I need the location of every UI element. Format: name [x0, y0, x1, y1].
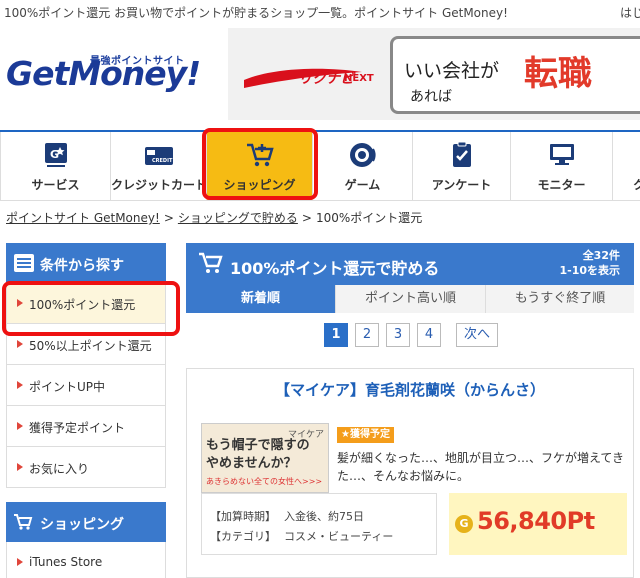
service-icon: G	[44, 143, 67, 167]
sidebar-item-label: 獲得予定ポイント	[29, 421, 126, 435]
nav-item-more[interactable]: ク	[612, 132, 640, 200]
sidebar-item-itunes[interactable]: iTunes Store	[6, 542, 166, 578]
tab-points-high[interactable]: ポイント高い順	[336, 285, 486, 313]
thumb-line-2: やめませんか？	[206, 456, 297, 471]
points-value: 56,840Pt	[477, 507, 595, 535]
offer-description: 髪が細くなった…、地肌が目立つ…、フケが増えてきた…、そんなお悩みに。	[337, 451, 625, 483]
highlight-box-shopping	[202, 128, 318, 200]
monitor-icon	[549, 144, 574, 165]
thumb-line-1: もう帽子で隠すの	[206, 438, 310, 453]
arrow-right-icon	[17, 558, 23, 566]
coin-icon: G	[455, 515, 473, 533]
sidebar-item-label: 50%以上ポイント還元	[29, 339, 152, 353]
nav-item-label: サービス	[31, 178, 80, 192]
expected-badge: ★獲得予定	[337, 427, 394, 443]
credit-card-icon: CREDIT	[144, 147, 173, 165]
sidebar-search-header: 条件から探す	[6, 243, 166, 283]
ad-banner[interactable]: リクナビ NEXT いい会社が あれば 転職	[228, 28, 640, 120]
result-count: 全32件 1-10を表示	[559, 248, 620, 278]
sort-tabs: 新着順 ポイント高い順 もうすぐ終了順	[186, 285, 634, 313]
sidebar-item-label: ポイントUP中	[29, 380, 106, 394]
breadcrumb-parent-link[interactable]: ショッピングで貯める	[178, 211, 298, 225]
sidebar-item-favorites[interactable]: お気に入り	[6, 447, 166, 488]
page-1-button[interactable]: 1	[324, 323, 348, 347]
nav-item-label: アンケート	[431, 178, 492, 192]
sidebar-item-label: iTunes Store	[29, 555, 103, 569]
breadcrumb-home-link[interactable]: ポイントサイト GetMoney!	[6, 211, 160, 225]
logo-text: GetMoney!	[6, 54, 201, 93]
site-logo[interactable]: 最強ポイントサイト GetMoney!	[6, 50, 201, 98]
nav-item-survey[interactable]: アンケート	[412, 132, 510, 200]
arrow-right-icon	[17, 463, 23, 471]
nav-item-monitor[interactable]: モニター	[510, 132, 612, 200]
top-right-link[interactable]: はじ	[620, 4, 640, 21]
tab-ending-soon[interactable]: もうすぐ終了順	[486, 285, 634, 313]
offer-card[interactable]: 【マイケア】育毛剤花蘭咲（からんさ） マイケア もう帽子で隠すの やめませんか？…	[186, 368, 634, 578]
meta-period-key: 【加算時期】	[210, 510, 276, 523]
top-strip: 100%ポイント還元 お買い物でポイントが貯まるショップ一覧。ポイントサイト G…	[0, 0, 640, 24]
nav-item-label: モニター	[537, 178, 586, 192]
sidebar-item-expected-points[interactable]: 獲得予定ポイント	[6, 406, 166, 447]
survey-icon	[452, 141, 471, 167]
offer-meta: 【加算時期】 入金後、約75日 【カテゴリ】 コスメ・ビューティー	[201, 493, 437, 555]
nav-divider	[0, 200, 640, 201]
highlight-box-100-percent	[2, 281, 180, 336]
nav-item-credit-card[interactable]: CREDIT クレジットカード	[110, 132, 208, 200]
breadcrumb-current: 100%ポイント還元	[315, 211, 423, 225]
sidebar-shopping-title: ショッピング	[40, 517, 124, 533]
site-tagline: 100%ポイント還元 お買い物でポイントが貯まるショップ一覧。ポイントサイト G…	[4, 6, 508, 20]
arrow-right-icon	[17, 422, 23, 430]
offer-thumbnail[interactable]: マイケア もう帽子で隠すの やめませんか？ あきらめない全ての女性へ>>>	[201, 423, 329, 493]
banner-copy-1: いい会社が	[404, 60, 500, 82]
meta-category: 【カテゴリ】 コスメ・ビューティー	[210, 528, 393, 544]
nav-item-label: ク	[633, 176, 640, 193]
meta-period: 【加算時期】 入金後、約75日	[210, 508, 364, 524]
points-box: G 56,840Pt	[449, 493, 627, 555]
arrow-right-icon	[17, 381, 23, 389]
breadcrumb: ポイントサイト GetMoney! > ショッピングで貯める >100%ポイント還元	[6, 209, 422, 226]
breadcrumb-separator: >	[301, 211, 312, 225]
banner-copy-2: あれば	[410, 89, 452, 105]
shopping-cart-icon	[199, 252, 223, 273]
meta-category-key: 【カテゴリ】	[210, 530, 276, 543]
page-2-button[interactable]: 2	[355, 323, 379, 347]
result-range: 1-10を表示	[559, 264, 620, 277]
main-header: 100%ポイント還元で貯める 全32件 1-10を表示	[186, 243, 634, 285]
main-title: 100%ポイント還元で貯める	[230, 259, 440, 278]
page-3-button[interactable]: 3	[386, 323, 410, 347]
thumb-line-3: あきらめない全ての女性へ>>>	[206, 477, 323, 486]
tab-newest[interactable]: 新着順	[186, 285, 336, 313]
meta-category-value: コスメ・ビューティー	[284, 530, 394, 543]
banner-brand-suffix: NEXT	[344, 73, 374, 84]
meta-period-value: 入金後、約75日	[284, 510, 364, 523]
breadcrumb-separator: >	[163, 211, 174, 225]
svg-text:CREDIT: CREDIT	[152, 158, 173, 164]
nav-item-service[interactable]: G サービス	[0, 132, 110, 200]
sidebar-shopping-header: ショッピング	[6, 502, 166, 542]
category-nav: G サービス CREDIT クレジットカード ショッピング ゲーム アンケート …	[0, 132, 640, 200]
sidebar-item-point-up[interactable]: ポイントUP中	[6, 365, 166, 406]
page-4-button[interactable]: 4	[417, 323, 441, 347]
nav-item-label: クレジットカード	[111, 178, 208, 192]
arrow-right-icon	[17, 340, 23, 348]
banner-copy-3: 転職	[524, 54, 592, 94]
next-page-button[interactable]: 次へ	[456, 323, 498, 347]
sidebar-item-label: お気に入り	[29, 462, 90, 476]
nav-item-game[interactable]: ゲーム	[312, 132, 412, 200]
offer-title[interactable]: 【マイケア】育毛剤花蘭咲（からんさ）	[187, 379, 633, 400]
nav-item-label: ゲーム	[344, 178, 381, 192]
game-icon	[349, 143, 376, 167]
shopping-cart-icon	[14, 514, 33, 530]
list-icon	[14, 254, 34, 272]
result-total: 全32件	[582, 249, 620, 262]
sidebar-search-title: 条件から探す	[40, 258, 124, 274]
